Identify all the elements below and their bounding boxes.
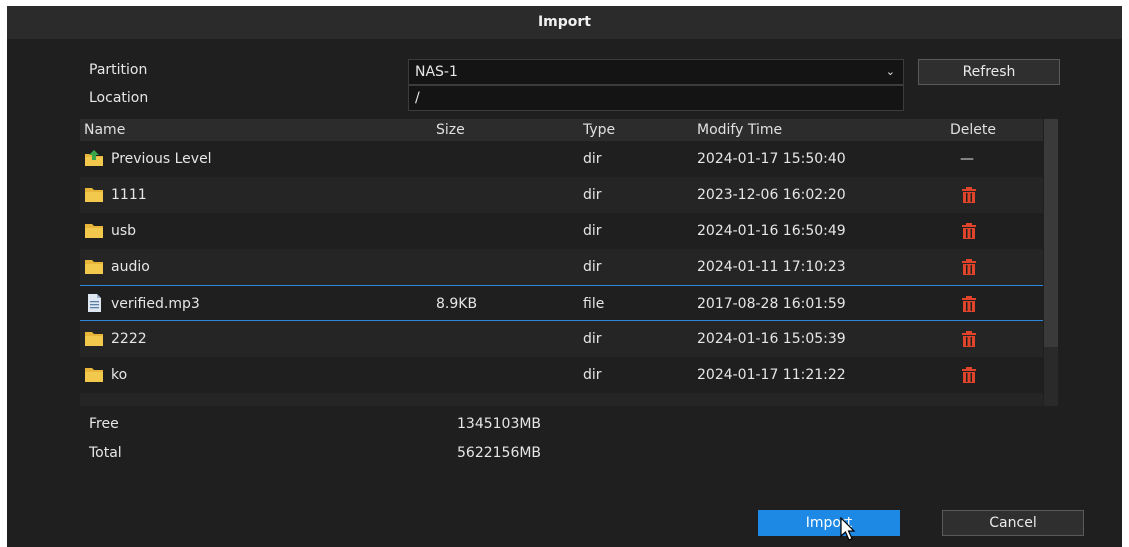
table-row[interactable]: audio dir 2024-01-11 17:10:23 xyxy=(80,249,1043,285)
row-type: dir xyxy=(583,331,602,347)
row-type: dir xyxy=(583,367,602,383)
refresh-button[interactable]: Refresh xyxy=(918,59,1060,85)
row-name: ko xyxy=(111,367,128,383)
header-type: Type xyxy=(583,122,616,138)
total-label: Total xyxy=(89,445,122,461)
row-modify-time: 2024-01-11 17:10:23 xyxy=(697,259,846,275)
table-row[interactable]: Previous Level dir 2024-01-17 15:50:40 — xyxy=(80,141,1043,177)
import-button[interactable]: Import xyxy=(758,510,900,536)
row-size: 8.9KB xyxy=(436,296,478,312)
row-type: dir xyxy=(583,151,602,167)
row-modify-time: 2017-08-28 16:01:59 xyxy=(697,296,846,312)
delete-icon[interactable] xyxy=(962,367,976,383)
row-name: verified.mp3 xyxy=(111,296,200,312)
folder-icon xyxy=(85,224,103,238)
row-name: 2222 xyxy=(111,331,147,347)
row-type: dir xyxy=(583,259,602,275)
row-name: usb xyxy=(111,223,137,239)
delete-icon[interactable] xyxy=(962,296,976,312)
folder-icon xyxy=(85,260,103,274)
row-name: 1111 xyxy=(111,187,147,203)
table-row[interactable]: 2222 dir 2024-01-16 15:05:39 xyxy=(80,321,1043,357)
location-label: Location xyxy=(89,90,149,106)
row-delete-disabled: — xyxy=(960,151,974,167)
row-type: dir xyxy=(583,187,602,203)
row-modify-time: 2024-01-17 15:50:40 xyxy=(697,151,846,167)
delete-icon[interactable] xyxy=(962,187,976,203)
location-field[interactable]: / xyxy=(408,85,904,111)
table-row[interactable]: 1111 dir 2023-12-06 16:02:20 xyxy=(80,177,1043,213)
table-row[interactable]: usb dir 2024-01-16 16:50:49 xyxy=(80,213,1043,249)
folder-up-icon xyxy=(85,150,103,166)
file-table: Name Size Type Modify Time Delete Previo… xyxy=(80,119,1043,406)
row-modify-time: 2024-01-17 11:21:22 xyxy=(697,367,846,383)
table-header: Name Size Type Modify Time Delete xyxy=(80,119,1043,141)
free-label: Free xyxy=(89,416,119,432)
folder-icon xyxy=(85,188,103,202)
delete-icon[interactable] xyxy=(962,223,976,239)
dialog-title: Import xyxy=(7,6,1122,39)
cancel-button[interactable]: Cancel xyxy=(942,510,1084,536)
table-row-partial xyxy=(80,393,1043,406)
partition-label: Partition xyxy=(89,62,148,78)
header-delete: Delete xyxy=(950,122,996,138)
header-modify-time: Modify Time xyxy=(697,122,783,138)
row-modify-time: 2023-12-06 16:02:20 xyxy=(697,187,846,203)
row-name: Previous Level xyxy=(111,151,212,167)
partition-value: NAS-1 xyxy=(415,64,458,80)
table-scrollbar[interactable] xyxy=(1044,119,1058,406)
header-name: Name xyxy=(84,122,126,138)
header-size: Size xyxy=(436,122,465,138)
row-modify-time: 2024-01-16 15:05:39 xyxy=(697,331,846,347)
folder-icon xyxy=(85,332,103,346)
row-type: dir xyxy=(583,223,602,239)
table-row[interactable]: ko dir 2024-01-17 11:21:22 xyxy=(80,357,1043,393)
free-value: 1345103MB xyxy=(457,416,542,432)
file-icon xyxy=(88,294,101,312)
partition-select[interactable]: NAS-1 ⌄ xyxy=(408,59,904,85)
folder-icon xyxy=(85,368,103,382)
location-value: / xyxy=(415,90,420,106)
row-name: audio xyxy=(111,259,150,275)
row-modify-time: 2024-01-16 16:50:49 xyxy=(697,223,846,239)
table-row-selected[interactable]: verified.mp3 8.9KB file 2017-08-28 16:01… xyxy=(80,285,1043,321)
mouse-cursor-icon xyxy=(840,517,856,541)
delete-icon[interactable] xyxy=(962,331,976,347)
row-type: file xyxy=(583,296,605,312)
total-value: 5622156MB xyxy=(457,445,542,461)
delete-icon[interactable] xyxy=(962,259,976,275)
scrollbar-thumb[interactable] xyxy=(1044,119,1058,347)
import-dialog: Import Partition NAS-1 ⌄ Refresh Locatio… xyxy=(7,6,1122,547)
chevron-down-icon: ⌄ xyxy=(885,65,895,78)
